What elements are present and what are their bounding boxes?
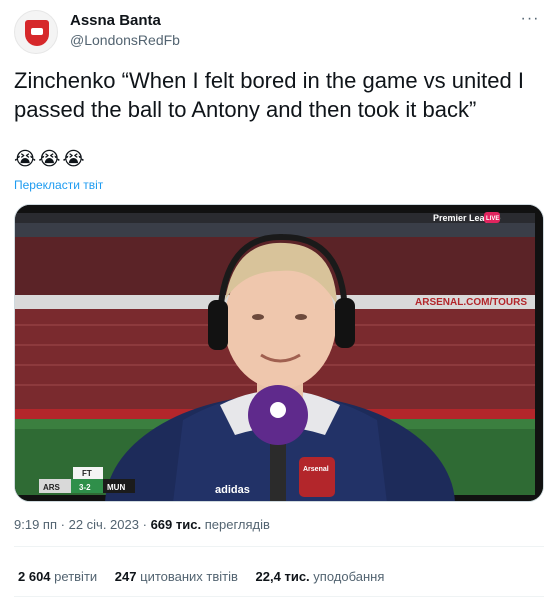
views-count: 669 тис.	[150, 517, 202, 532]
broadcast-still: ARSENAL.COM/TOURS Premier League LIVE ad…	[15, 205, 543, 501]
arsenal-crest-icon	[25, 20, 49, 46]
shirt-brand: adidas	[215, 484, 250, 496]
likes-count: 22,4 тис.	[255, 569, 310, 584]
tweet-meta: 9:19 пп · 22 січ. 2023 · 669 тис. перегл…	[14, 517, 270, 532]
author-name[interactable]: Assna Banta	[70, 12, 161, 29]
author-handle[interactable]: @LondonsRedFb	[70, 32, 180, 48]
tweet-time[interactable]: 9:19 пп	[14, 517, 57, 532]
meta-separator: ·	[142, 517, 147, 532]
tweet-text: Zinchenko “When I felt bored in the game…	[14, 68, 524, 122]
tweet-date[interactable]: 22 січ. 2023	[69, 517, 139, 532]
likes-stat[interactable]: 22,4 тис. уподобання	[256, 569, 385, 584]
away-team: MUN	[107, 483, 125, 492]
quotes-count: 247	[114, 569, 137, 584]
avatar[interactable]	[14, 10, 58, 54]
tweet-emojis: 😭😭😭	[14, 149, 87, 170]
quotes-label: цитованих твітів	[140, 569, 238, 584]
divider	[14, 546, 544, 547]
board-text: ARSENAL.COM/TOURS	[415, 297, 527, 308]
home-team: ARS	[43, 483, 61, 492]
score: 3-2	[79, 483, 91, 492]
meta-separator: ·	[60, 517, 65, 532]
shirt-club: Arsenal	[303, 466, 329, 473]
tweet-header: Assna Banta @LondonsRedFb ···	[14, 8, 544, 54]
divider	[14, 596, 544, 597]
tweet-media-image[interactable]: ARSENAL.COM/TOURS Premier League LIVE ad…	[14, 204, 544, 502]
live-badge: LIVE	[486, 216, 499, 222]
tweet-stats: 2 604 ретвіти 247 цитованих твітів 22,4 …	[18, 569, 398, 584]
likes-label: уподобання	[313, 569, 385, 584]
score-status: FT	[82, 469, 92, 478]
translate-tweet-link[interactable]: Перекласти твіт	[14, 178, 103, 192]
quotes-stat[interactable]: 247 цитованих твітів	[115, 569, 242, 584]
retweets-label: ретвіти	[54, 569, 98, 584]
views-label: переглядів	[204, 517, 270, 532]
more-options-icon[interactable]: ···	[520, 11, 540, 30]
retweets-count: 2 604	[18, 569, 51, 584]
retweets-stat[interactable]: 2 604 ретвіти	[18, 569, 101, 584]
